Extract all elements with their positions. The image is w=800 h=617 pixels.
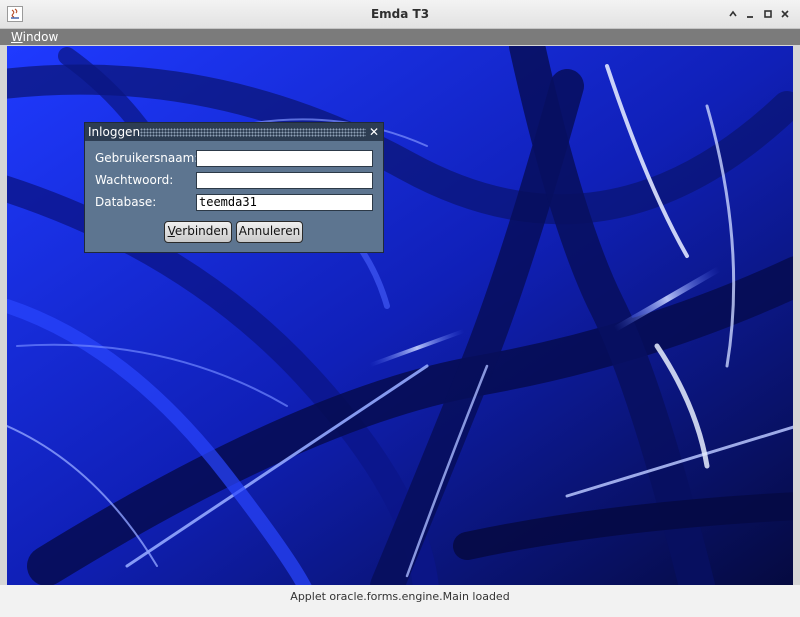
password-label: Wachtwoord: bbox=[95, 173, 174, 187]
database-label: Database: bbox=[95, 195, 157, 209]
minimize-icon[interactable] bbox=[742, 6, 758, 22]
dialog-title: Inloggen bbox=[88, 125, 141, 139]
close-icon[interactable]: ✕ bbox=[368, 124, 380, 140]
cancel-button[interactable]: Annuleren bbox=[236, 221, 303, 243]
chevron-up-icon[interactable] bbox=[725, 6, 741, 22]
window-titlebar: Emda T3 bbox=[0, 0, 800, 29]
dialog-drag-grip[interactable] bbox=[140, 128, 366, 137]
status-text: Applet oracle.forms.engine.Main loaded bbox=[290, 590, 510, 603]
password-field[interactable] bbox=[196, 172, 373, 189]
menu-window[interactable]: Window bbox=[11, 29, 58, 45]
username-field[interactable] bbox=[196, 150, 373, 167]
close-icon[interactable] bbox=[777, 6, 793, 22]
status-bar: Applet oracle.forms.engine.Main loaded bbox=[0, 585, 800, 617]
connect-button[interactable]: Verbinden bbox=[164, 221, 232, 243]
dialog-titlebar[interactable]: Inloggen ✕ bbox=[85, 123, 383, 141]
login-dialog: Inloggen ✕ Gebruikersnaam: Wachtwoord: D… bbox=[84, 122, 384, 253]
menubar: Window bbox=[0, 29, 800, 45]
username-label: Gebruikersnaam: bbox=[95, 151, 199, 165]
window-title: Emda T3 bbox=[370, 7, 430, 21]
database-field[interactable]: teemda31 bbox=[196, 194, 373, 211]
maximize-icon[interactable] bbox=[760, 6, 776, 22]
